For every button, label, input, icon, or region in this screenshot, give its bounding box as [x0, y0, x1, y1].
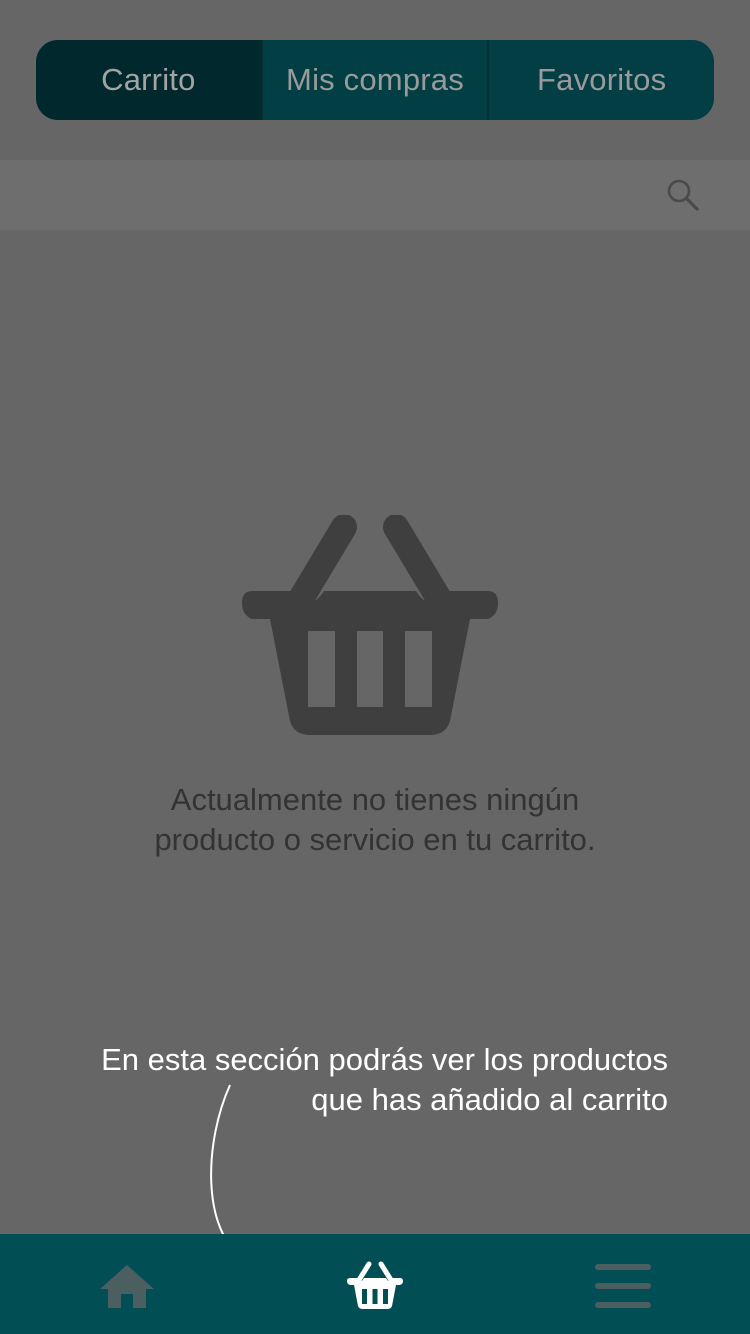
basket-icon: [242, 515, 498, 735]
hint-line-1: En esta sección podrás ver los productos: [101, 1042, 668, 1077]
segmented-control: Carrito Mis compras Favoritos: [36, 40, 714, 120]
search-icon[interactable]: [666, 178, 700, 212]
tab-favoritos[interactable]: Favoritos: [489, 40, 714, 120]
tab-carrito[interactable]: Carrito: [36, 40, 261, 120]
search-bar[interactable]: [0, 160, 750, 230]
empty-message-line-1: Actualmente no tienes ningún: [170, 782, 580, 817]
hint-text: En esta sección podrás ver los productos…: [48, 1040, 668, 1120]
empty-message-line-2: producto o servicio en tu carrito.: [154, 822, 596, 857]
tab-mis-compras[interactable]: Mis compras: [260, 40, 490, 120]
basket-icon[interactable]: [346, 1260, 404, 1310]
home-icon[interactable]: [98, 1262, 156, 1310]
menu-icon[interactable]: [594, 1264, 652, 1308]
empty-cart-message: Actualmente no tienes ningún producto o …: [0, 780, 750, 860]
hint-line-2: que has añadido al carrito: [311, 1082, 668, 1117]
bottom-tab-bar: [0, 1234, 750, 1334]
